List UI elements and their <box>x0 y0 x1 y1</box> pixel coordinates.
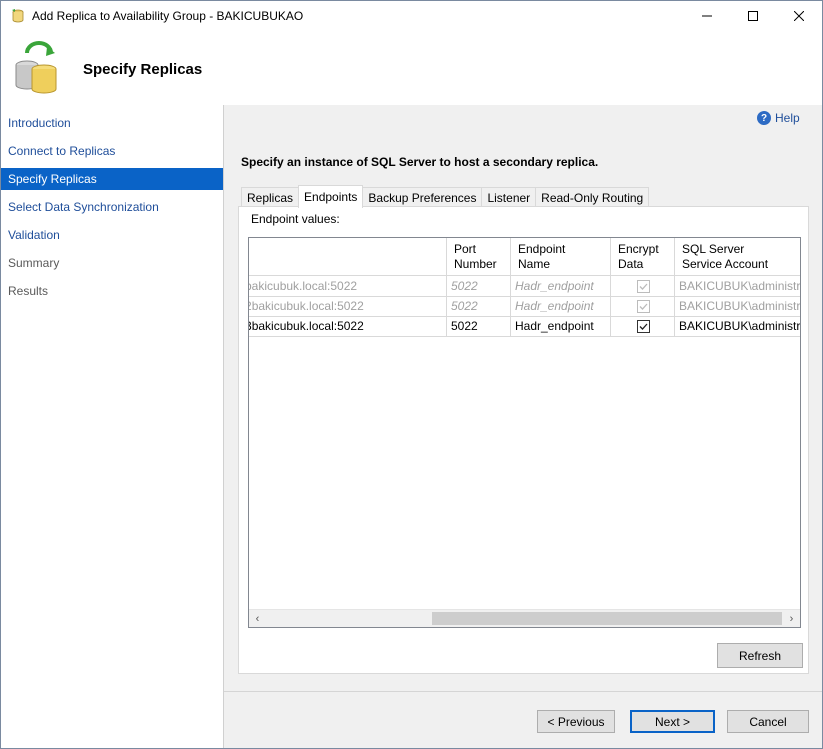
checkmark-icon <box>639 303 648 310</box>
wizard-nav: Introduction Connect to Replicas Specify… <box>1 105 224 748</box>
encrypt-checkbox[interactable] <box>637 300 650 313</box>
tab-backup-preferences[interactable]: Backup Preferences <box>362 187 483 208</box>
minimize-icon <box>702 15 712 17</box>
column-header-server[interactable] <box>249 238 446 275</box>
table-row[interactable]: bakicubuk.local:5022 5022 Hadr_endpoint … <box>249 276 800 297</box>
cell-endpoint-name[interactable]: Hadr_endpoint <box>510 316 610 336</box>
main-panel: ? Help Specify an instance of SQL Server… <box>224 105 822 748</box>
tab-read-only-routing[interactable]: Read-Only Routing <box>535 187 650 208</box>
scroll-left-icon[interactable]: ‹ <box>249 610 266 627</box>
minimize-button[interactable] <box>684 1 730 31</box>
nav-item-select-data-synchronization[interactable]: Select Data Synchronization <box>1 196 223 218</box>
cell-port[interactable]: 5022 <box>446 316 510 336</box>
cancel-button[interactable]: Cancel <box>727 710 809 733</box>
footer-divider <box>224 691 822 692</box>
cell-server-url: bakicubuk.local:5022 <box>248 279 358 293</box>
maximize-icon <box>748 11 758 21</box>
scroll-thumb[interactable] <box>432 612 782 625</box>
previous-button[interactable]: < Previous <box>537 710 615 733</box>
cell-endpoint-name: Hadr_endpoint <box>510 296 610 316</box>
nav-item-introduction[interactable]: Introduction <box>1 112 223 134</box>
cell-encrypt <box>610 316 674 336</box>
encrypt-checkbox[interactable] <box>637 320 650 333</box>
nav-item-summary: Summary <box>8 256 60 270</box>
page-title: Specify Replicas <box>83 61 203 78</box>
checkmark-icon <box>639 283 648 290</box>
cell-server-url: 2bakicubuk.local:5022 <box>249 299 364 313</box>
wizard-header: Specify Replicas <box>1 31 822 105</box>
instruction-text: Specify an instance of SQL Server to hos… <box>241 155 599 169</box>
close-button[interactable] <box>776 1 822 31</box>
cell-encrypt <box>610 296 674 316</box>
maximize-button[interactable] <box>730 1 776 31</box>
nav-item-specify-replicas[interactable]: Specify Replicas <box>1 168 223 190</box>
column-header-port[interactable]: Port Number <box>446 238 510 275</box>
cell-service-account: BAKICUBUK\administra <box>674 276 800 296</box>
cell-service-account: BAKICUBUK\administra <box>674 296 800 316</box>
grid-header: Port Number Endpoint Name Encrypt Data S… <box>249 238 800 276</box>
help-label: Help <box>775 111 800 125</box>
cell-port: 5022 <box>446 296 510 316</box>
cell-encrypt <box>610 276 674 296</box>
scroll-right-icon[interactable]: › <box>783 610 800 627</box>
nav-item-validation[interactable]: Validation <box>1 224 223 246</box>
refresh-button[interactable]: Refresh <box>717 643 803 668</box>
dialog-window: Add Replica to Availability Group - BAKI… <box>0 0 823 749</box>
tab-replicas[interactable]: Replicas <box>241 187 300 208</box>
nav-item-connect-to-replicas[interactable]: Connect to Replicas <box>1 140 223 162</box>
help-icon: ? <box>757 111 771 125</box>
endpoints-grid: Port Number Endpoint Name Encrypt Data S… <box>248 237 801 628</box>
window-title: Add Replica to Availability Group - BAKI… <box>32 9 304 23</box>
tab-strip: Replicas Endpoints Backup Preferences Li… <box>241 185 650 208</box>
column-header-endpoint-name[interactable]: Endpoint Name <box>510 238 610 275</box>
horizontal-scrollbar[interactable]: ‹ › <box>249 609 800 627</box>
nav-item-results: Results <box>8 284 49 298</box>
column-header-service-account[interactable]: SQL Server Service Account <box>674 238 800 275</box>
database-icon <box>12 9 24 23</box>
column-header-encrypt[interactable]: Encrypt Data <box>610 238 674 275</box>
replica-database-icon <box>15 41 57 94</box>
table-row[interactable]: 2bakicubuk.local:5022 5022 Hadr_endpoint… <box>249 296 800 317</box>
table-row[interactable]: 3bakicubuk.local:5022 5022 Hadr_endpoint… <box>249 316 800 337</box>
endpoint-values-label: Endpoint values: <box>251 212 340 226</box>
cell-service-account[interactable]: BAKICUBUK\administra <box>674 316 800 336</box>
cell-server-url: 3bakicubuk.local:5022 <box>249 319 364 333</box>
checkmark-icon <box>639 323 648 330</box>
cell-port: 5022 <box>446 276 510 296</box>
close-icon <box>794 11 804 21</box>
help-link[interactable]: ? Help <box>757 111 800 125</box>
tab-listener[interactable]: Listener <box>481 187 537 208</box>
title-bar: Add Replica to Availability Group - BAKI… <box>1 1 822 31</box>
cell-endpoint-name: Hadr_endpoint <box>510 276 610 296</box>
endpoints-tab-panel: Endpoint values: Port Number Endpoint Na… <box>238 206 809 674</box>
next-button[interactable]: Next > <box>630 710 715 733</box>
tab-endpoints[interactable]: Endpoints <box>298 185 364 208</box>
encrypt-checkbox[interactable] <box>637 280 650 293</box>
